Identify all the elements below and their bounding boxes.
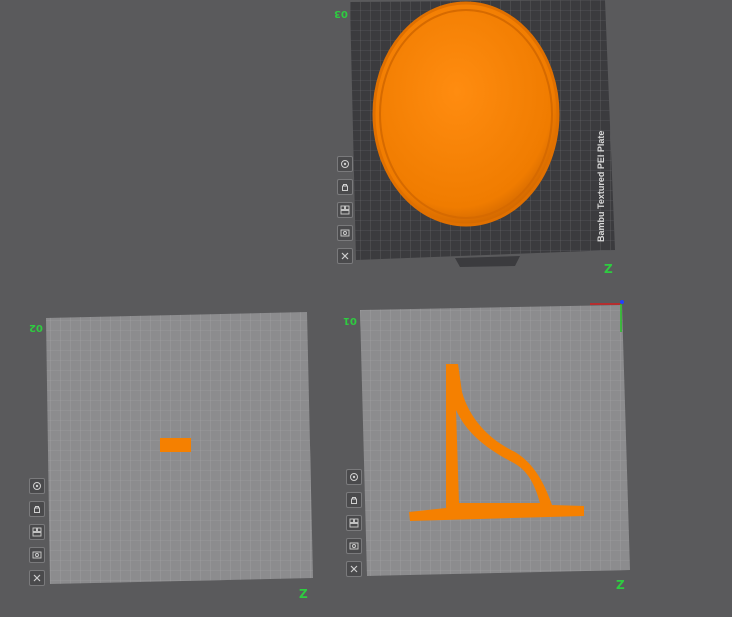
plate-3-number: 03: [334, 8, 348, 19]
arrange-icon: [340, 205, 350, 215]
plate-2-number: 02: [29, 322, 43, 333]
plate-2-toolbar: [29, 478, 45, 593]
delete-plate-button[interactable]: [337, 248, 353, 264]
plate-3-z-mark: Z: [604, 262, 613, 276]
plate-settings-icon: [32, 551, 42, 559]
arrange-button[interactable]: [29, 524, 45, 540]
small-block-model: [160, 438, 191, 452]
plate-settings-button[interactable]: [346, 538, 362, 554]
delete-plate-icon: [341, 252, 349, 260]
delete-plate-button[interactable]: [29, 570, 45, 586]
delete-plate-icon: [33, 574, 41, 582]
lock-icon: [351, 497, 357, 504]
auto-orient-button[interactable]: [29, 478, 45, 494]
arrange-button[interactable]: [346, 515, 362, 531]
plate-1-z-mark: Z: [616, 578, 625, 592]
lock-button[interactable]: [346, 492, 362, 508]
lock-button[interactable]: [337, 179, 353, 195]
auto-orient-icon: [341, 160, 349, 168]
arrange-icon: [349, 518, 359, 528]
lock-button[interactable]: [29, 501, 45, 517]
plate-brand-label: Bambu Textured PEI Plate: [596, 130, 606, 242]
plate-3[interactable]: [350, 0, 615, 267]
oval-dish-model: [372, 1, 560, 227]
plate-1-number: 01: [343, 315, 357, 326]
arrange-icon: [32, 527, 42, 537]
plate-2[interactable]: [46, 312, 313, 584]
plate-1[interactable]: [360, 300, 630, 576]
delete-plate-button[interactable]: [346, 561, 362, 577]
auto-orient-icon: [350, 473, 358, 481]
auto-orient-button[interactable]: [346, 469, 362, 485]
auto-orient-button[interactable]: [337, 156, 353, 172]
delete-plate-icon: [350, 565, 358, 573]
lock-icon: [342, 184, 348, 191]
auto-orient-icon: [33, 482, 41, 490]
lock-icon: [34, 506, 40, 513]
plate-settings-icon: [349, 542, 359, 550]
plate-1-toolbar: [346, 469, 362, 584]
plate-settings-button[interactable]: [29, 547, 45, 563]
plate-settings-button[interactable]: [337, 225, 353, 241]
plate-3-toolbar: [337, 156, 353, 271]
plate-settings-icon: [340, 229, 350, 237]
arrange-button[interactable]: [337, 202, 353, 218]
3d-viewport[interactable]: 03 02 01 Z Z Z Bambu Textured PEI Plate: [0, 0, 732, 617]
viewport-canvas: [46, 0, 630, 584]
plate-2-z-mark: Z: [299, 587, 308, 601]
